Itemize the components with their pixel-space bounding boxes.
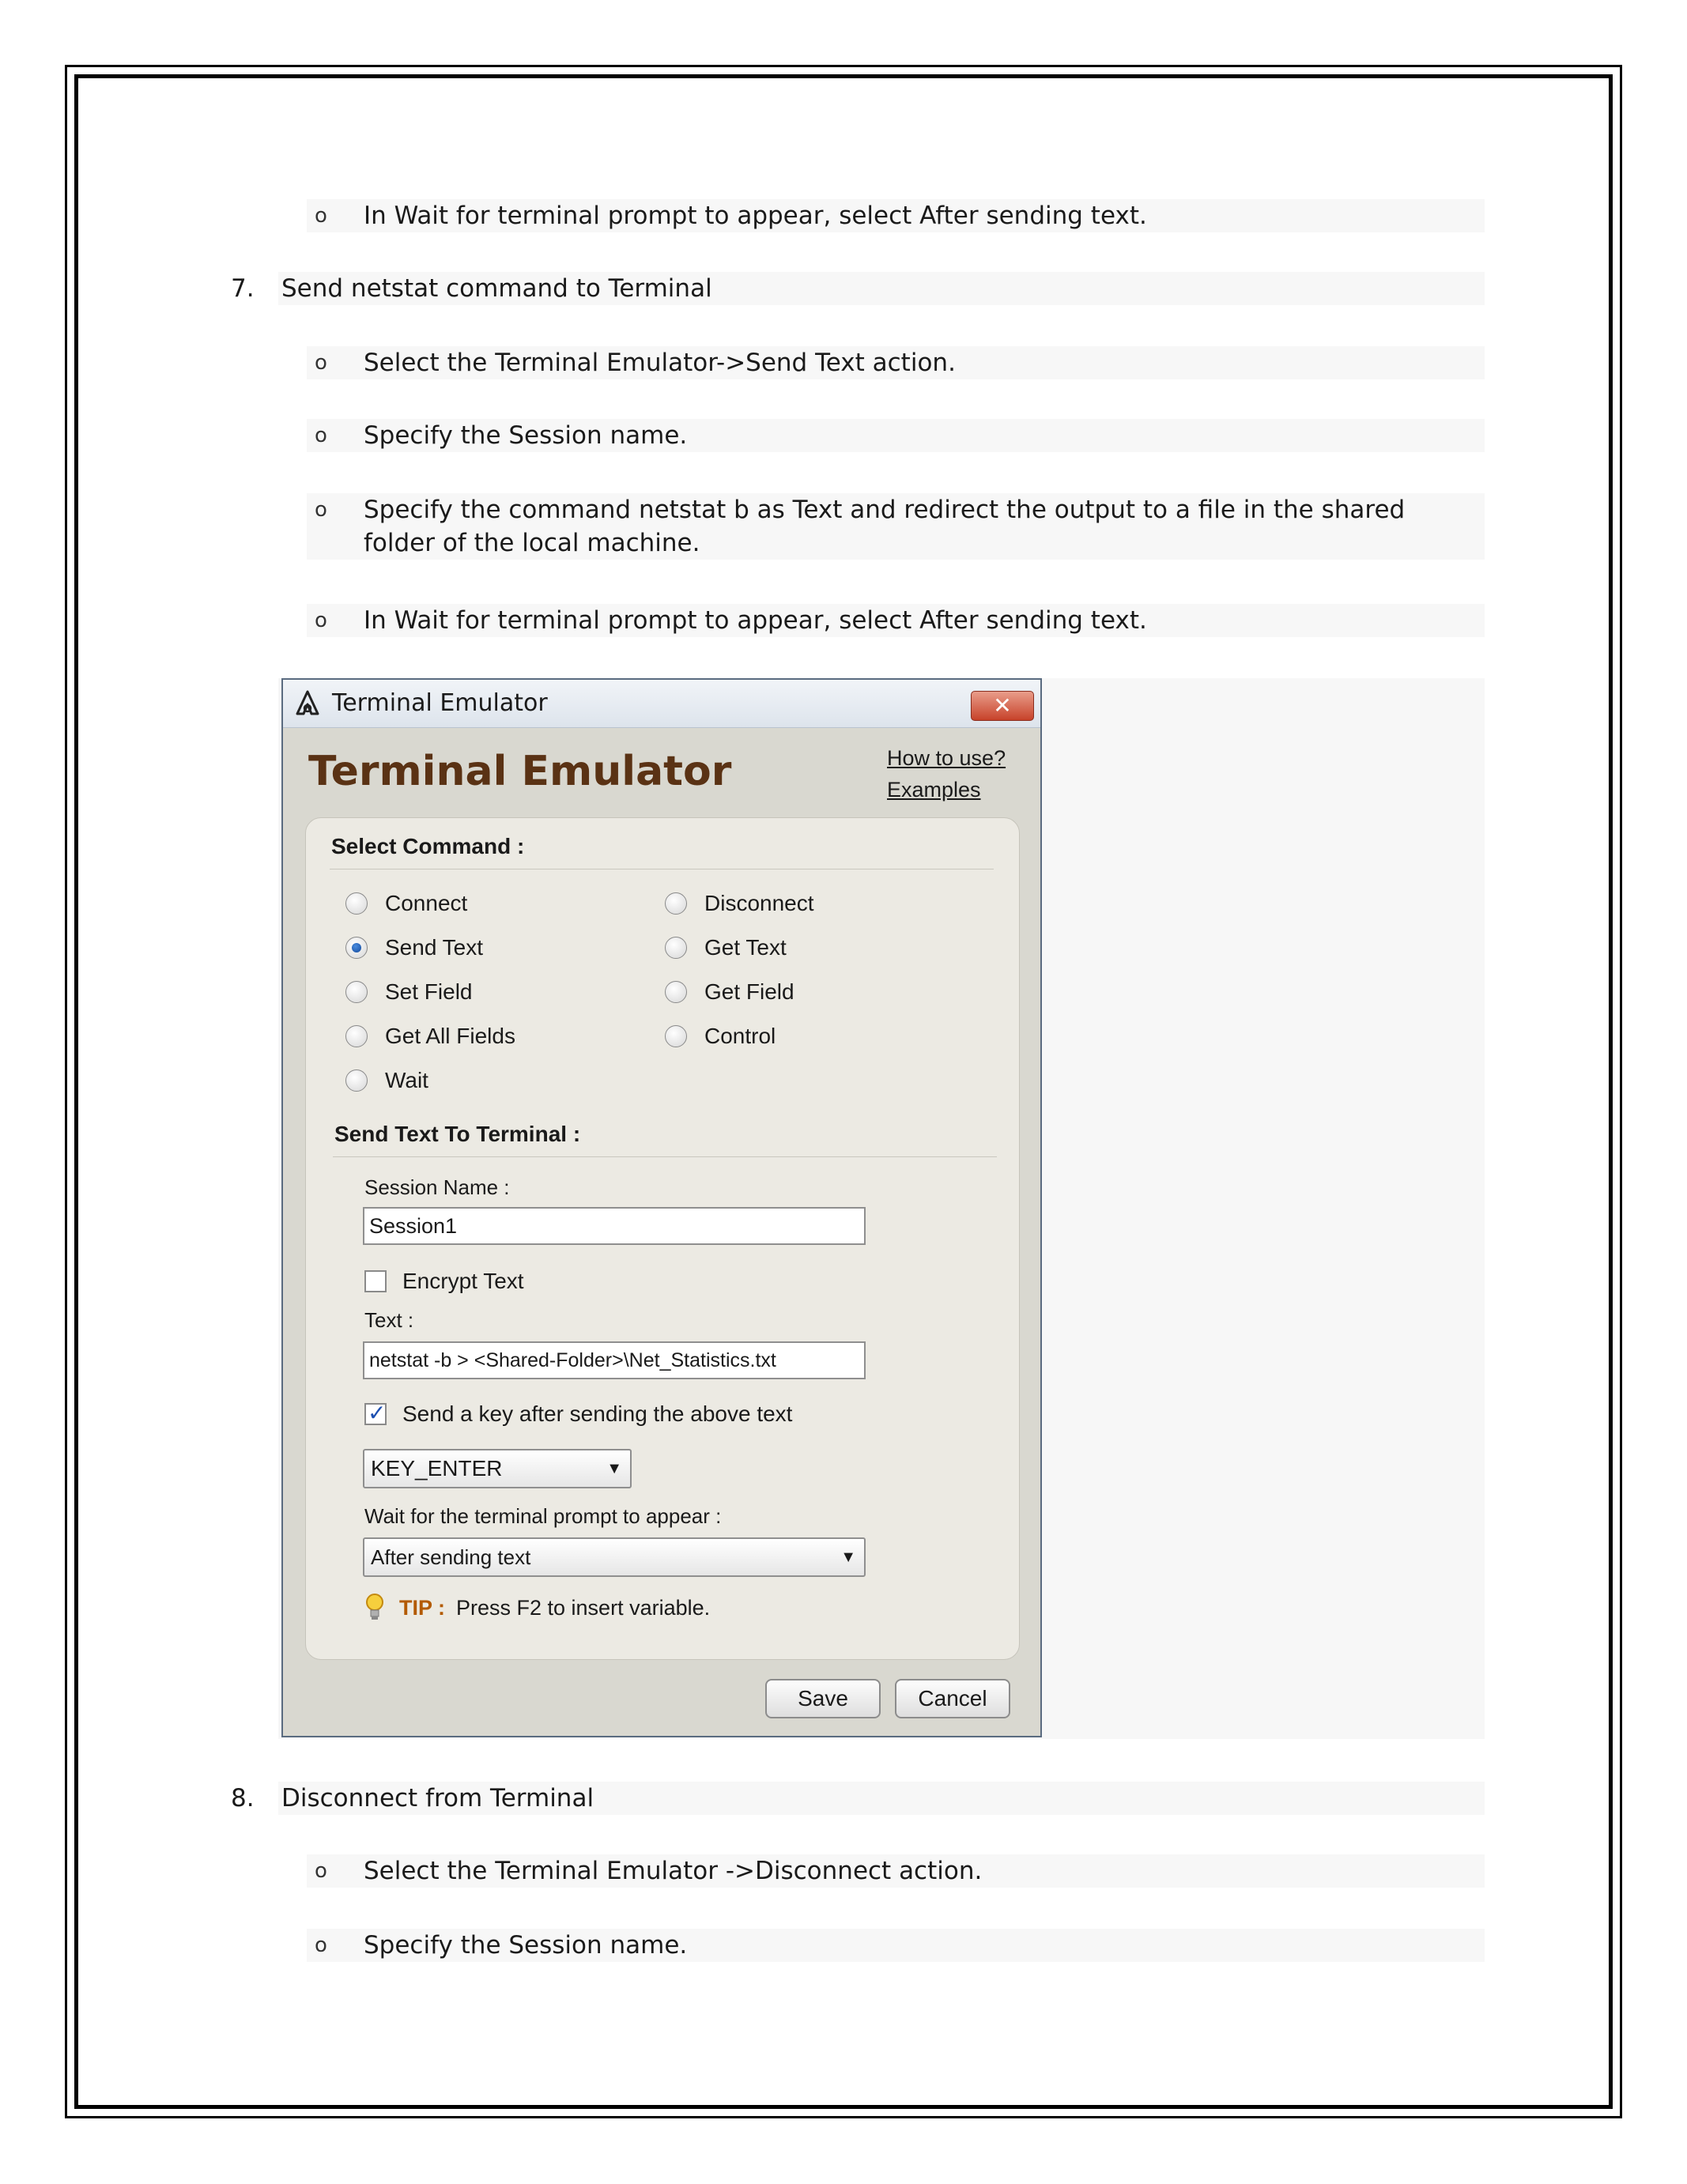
lightbulb-icon <box>366 1594 383 1620</box>
close-icon: ✕ <box>993 693 1012 718</box>
doc-bullet-line: o Select the Terminal Emulator->Send Tex… <box>307 346 1485 379</box>
dialog-header-title: Terminal Emulator <box>308 748 732 795</box>
radio-label: Connect <box>385 891 468 915</box>
bullet-icon: o <box>315 1859 327 1883</box>
command-panel: Select Command : Connect Disconnect Send… <box>305 817 1020 1660</box>
text-input[interactable]: netstat -b > <Shared-Folder>\Net_Statist… <box>363 1341 866 1379</box>
radio-label: Get All Fields <box>385 1024 515 1048</box>
bullet-icon: o <box>315 351 327 375</box>
doc-bullet-line: o Specify the command netstat b as Text … <box>307 493 1485 560</box>
doc-bullet-line: o Specify the Session name. <box>307 1929 1485 1962</box>
window-title: Terminal Emulator <box>332 689 548 717</box>
dropdown-arrow-icon: ▼ <box>840 1548 856 1566</box>
bullet-text: Specify the Session name. <box>364 421 688 450</box>
automation-anywhere-logo-icon <box>296 690 319 715</box>
window-titlebar: Terminal Emulator ✕ <box>283 680 1040 728</box>
radio-icon <box>665 892 687 915</box>
radio-icon <box>345 981 368 1003</box>
key-select[interactable]: KEY_ENTER ▼ <box>363 1449 632 1488</box>
close-button[interactable]: ✕ <box>971 691 1034 721</box>
radio-icon <box>665 1025 687 1047</box>
radio-label: Get Text <box>704 935 787 960</box>
doc-step-line: 7. Send netstat command to Terminal <box>231 272 1485 305</box>
bullet-icon: o <box>315 498 327 522</box>
step-number: 8. <box>231 1784 255 1812</box>
bullet-icon: o <box>315 609 327 632</box>
radio-icon <box>345 937 368 959</box>
terminal-emulator-dialog: Terminal Emulator ✕ Terminal Emulator Ho… <box>281 678 1042 1737</box>
radio-label: Disconnect <box>704 891 814 915</box>
radio-label: Send Text <box>385 935 484 960</box>
wait-prompt-value: After sending text <box>371 1545 531 1569</box>
bullet-icon: o <box>315 204 327 228</box>
radio-label: Set Field <box>385 979 473 1004</box>
send-key-label: Send a key after sending the above text <box>402 1401 793 1426</box>
bullet-text: Specify the Session name. <box>364 1931 688 1960</box>
cancel-button[interactable]: Cancel <box>895 1679 1010 1718</box>
send-key-checkbox[interactable] <box>364 1400 387 1426</box>
radio-label: Control <box>704 1024 776 1048</box>
session-name-label: Session Name : <box>364 1175 510 1199</box>
radio-icon <box>665 937 687 959</box>
tip-text: Press F2 to insert variable. <box>456 1596 711 1620</box>
radio-icon <box>345 1025 368 1047</box>
wait-prompt-label: Wait for the terminal prompt to appear : <box>364 1504 722 1528</box>
session-name-input[interactable]: Session1 <box>363 1207 866 1245</box>
encrypt-text-checkbox[interactable] <box>364 1270 387 1292</box>
doc-step-line: 8. Disconnect from Terminal <box>231 1782 1485 1815</box>
key-select-value: KEY_ENTER <box>371 1456 503 1481</box>
step-text: Send netstat command to Terminal <box>281 274 712 303</box>
how-to-use-link[interactable]: How to use? <box>887 746 1006 771</box>
bullet-icon: o <box>315 424 327 447</box>
bullet-text: In Wait for terminal prompt to appear, s… <box>364 202 1147 230</box>
wait-prompt-select[interactable]: After sending text ▼ <box>363 1537 866 1577</box>
save-button[interactable]: Save <box>765 1679 881 1718</box>
radio-label: Get Field <box>704 979 794 1004</box>
step-text: Disconnect from Terminal <box>281 1784 594 1812</box>
tip-label: TIP : <box>399 1596 446 1620</box>
doc-bullet-line: o In Wait for terminal prompt to appear,… <box>307 604 1485 637</box>
radio-icon <box>345 892 368 915</box>
examples-link[interactable]: Examples <box>887 778 981 802</box>
bullet-text: Specify the command netstat b as Text an… <box>364 496 1406 557</box>
bullet-text: Select the Terminal Emulator ->Disconnec… <box>364 1857 983 1885</box>
encrypt-text-label: Encrypt Text <box>402 1269 524 1293</box>
bullet-text: In Wait for terminal prompt to appear, s… <box>364 606 1147 635</box>
bullet-text: Select the Terminal Emulator->Send Text … <box>364 349 956 377</box>
divider <box>333 1156 997 1157</box>
bullet-icon: o <box>315 1933 327 1957</box>
text-label: Text : <box>364 1308 414 1332</box>
radio-label: Wait <box>385 1068 428 1092</box>
doc-bullet-line: o Specify the Session name. <box>307 419 1485 452</box>
step-number: 7. <box>231 274 255 303</box>
send-text-title: Send Text To Terminal : <box>334 1122 581 1146</box>
doc-bullet-line: o Select the Terminal Emulator ->Disconn… <box>307 1854 1485 1888</box>
dropdown-arrow-icon: ▼ <box>606 1460 622 1477</box>
radio-icon <box>665 981 687 1003</box>
doc-bullet-line: o In Wait for terminal prompt to appear,… <box>307 199 1485 232</box>
radio-icon <box>345 1069 368 1092</box>
select-command-title: Select Command : <box>331 834 525 858</box>
